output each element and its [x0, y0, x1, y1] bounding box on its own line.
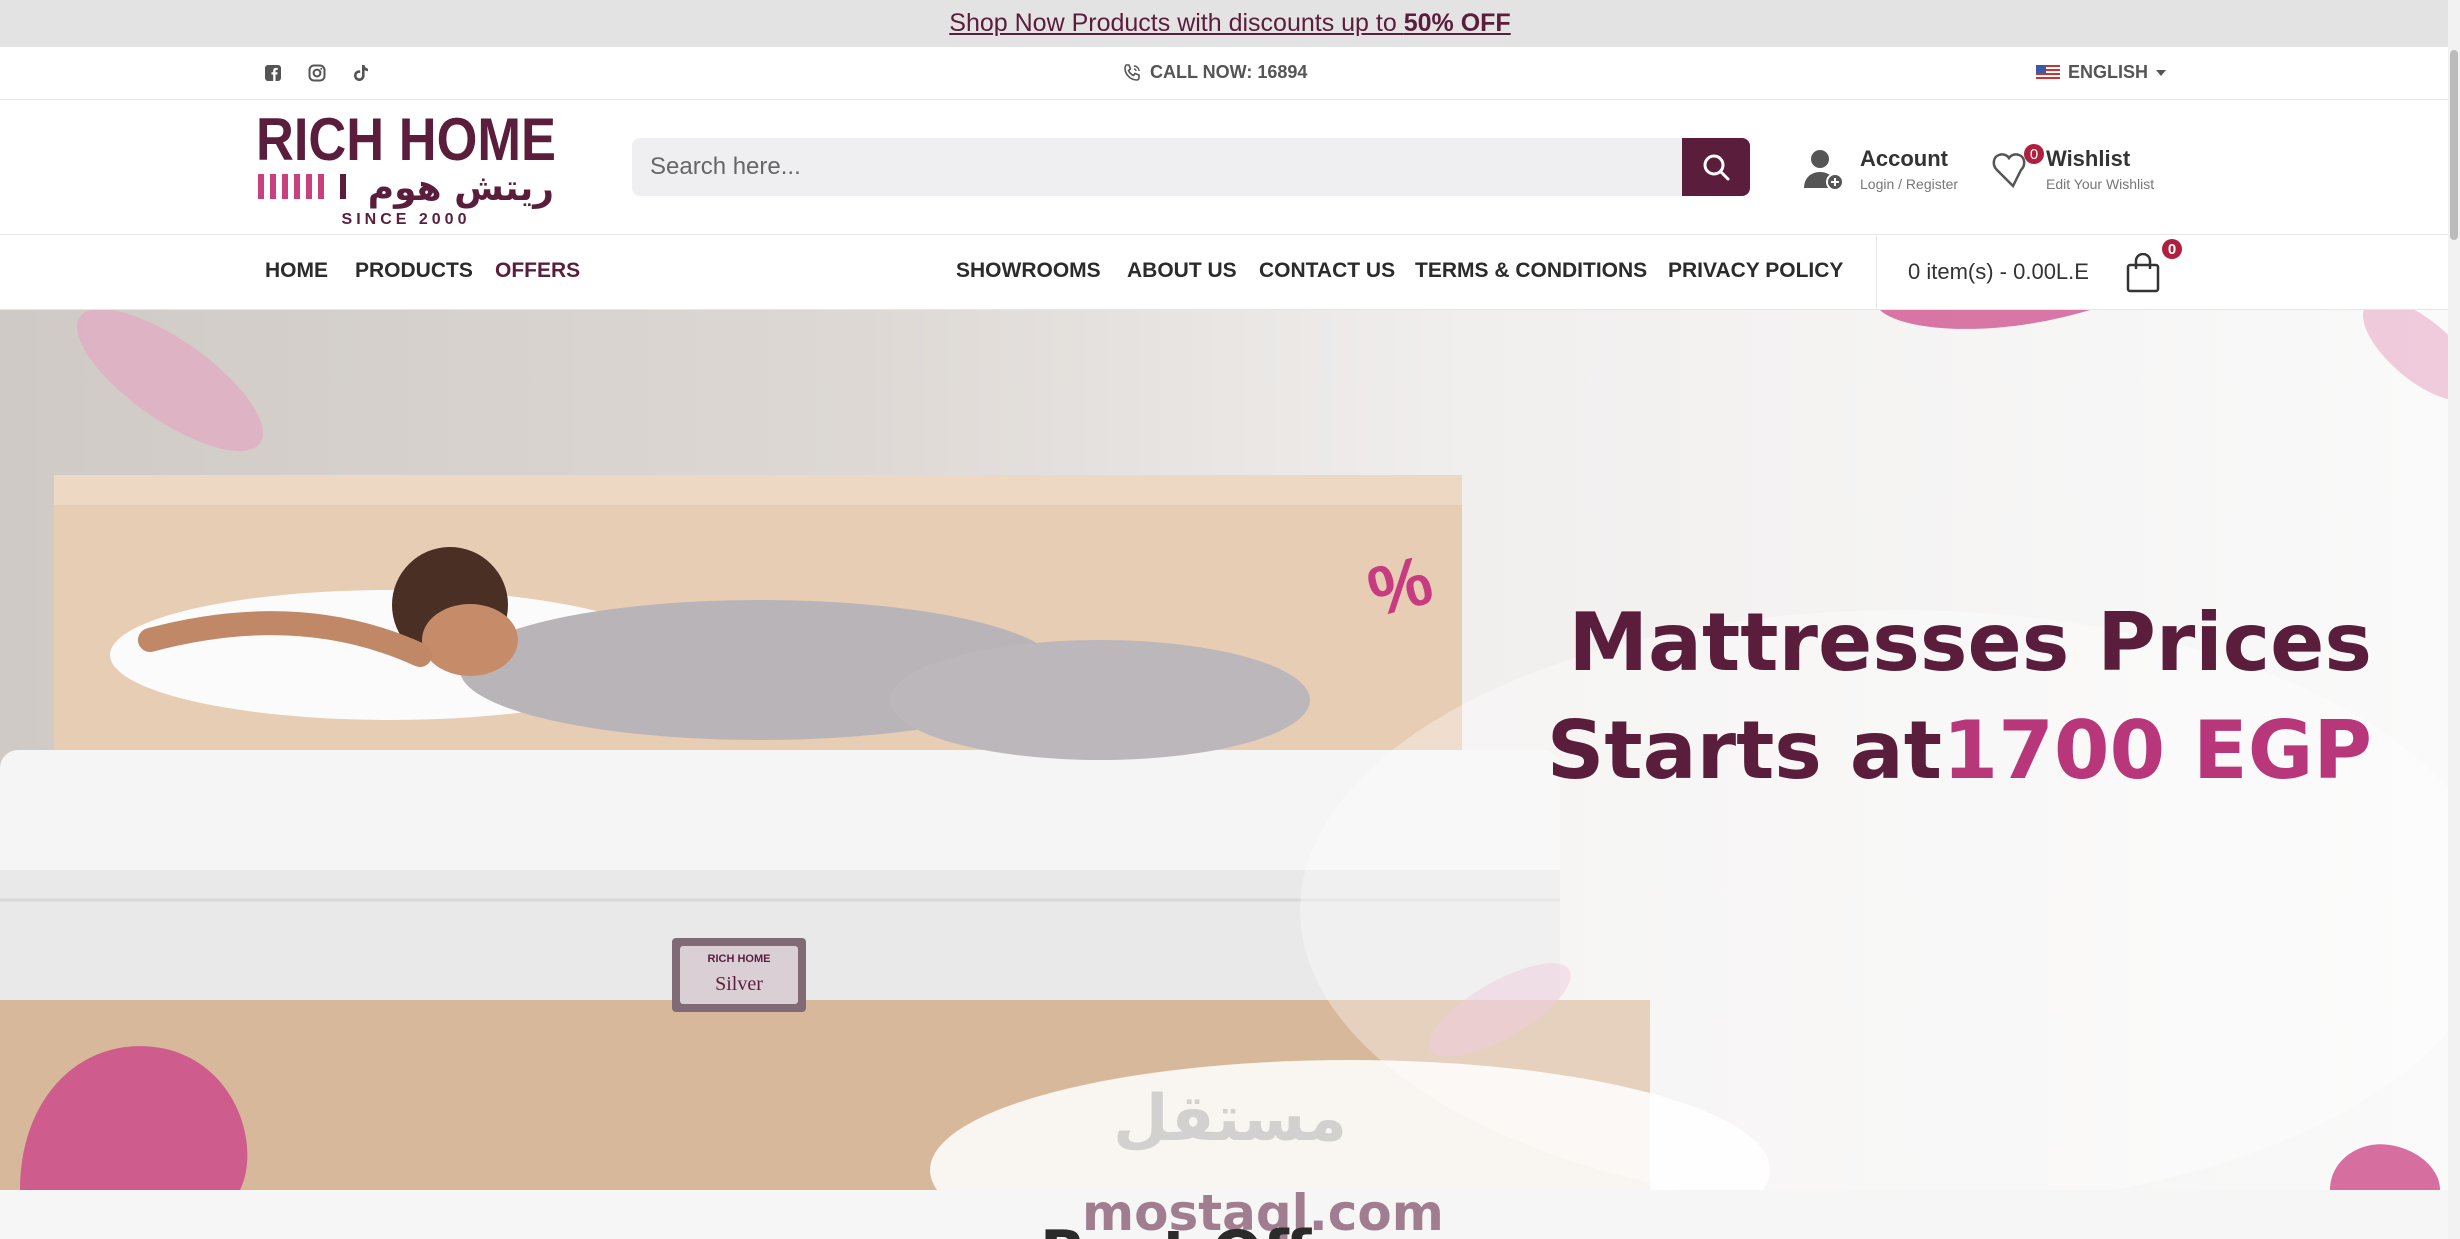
svg-text:RICH HOME: RICH HOME [256, 110, 556, 173]
promo-banner: Shop Now Products with discounts up to 5… [0, 0, 2460, 47]
facebook-icon[interactable] [262, 62, 284, 84]
language-selector[interactable]: ENGLISH [2036, 62, 2167, 83]
user-icon [1804, 150, 1844, 191]
us-flag-icon [2036, 65, 2060, 80]
site-header: RICH HOME ريتش هوم SINCE 2000 Account Lo… [0, 100, 2460, 235]
nav-products[interactable]: PRODUCTS [355, 259, 473, 283]
nav-divider [1876, 235, 1877, 310]
call-label: CALL NOW: 16894 [1150, 62, 1308, 82]
nav-contact-us[interactable]: CONTACT US [1259, 259, 1395, 283]
hero-banner[interactable]: RICH HOME Silver % Mattresses Prices Sta… [0, 310, 2448, 1190]
search-bar [632, 138, 1750, 196]
svg-text:SINCE 2000: SINCE 2000 [342, 211, 471, 228]
main-nav: HOME PRODUCTS OFFERS SHOWROOMS ABOUT US … [0, 235, 2460, 310]
page-scrollbar[interactable] [2448, 0, 2460, 1239]
svg-text:Silver: Silver [715, 973, 763, 995]
hero-illustration: RICH HOME Silver % Mattresses Prices Sta… [0, 310, 2448, 1190]
caret-down-icon [2156, 69, 2167, 76]
nav-offers[interactable]: OFFERS [495, 259, 580, 283]
wishlist-subtitle: Edit Your Wishlist [2046, 176, 2155, 192]
svg-text:1700 EGP: 1700 EGP [1943, 704, 2372, 797]
account-link[interactable]: Account Login / Register [1800, 146, 1958, 192]
cart-summary[interactable]: 0 item(s) - 0.00L.E [1908, 259, 2089, 285]
nav-showrooms[interactable]: SHOWROOMS [956, 259, 1101, 283]
account-subtitle: Login / Register [1860, 176, 1959, 192]
nav-home[interactable]: HOME [265, 259, 328, 283]
wishlist-link[interactable]: 0 Wishlist Edit Your Wishlist [1990, 144, 2155, 192]
svg-text:مستقل: مستقل [1113, 1082, 1347, 1156]
top-bar: CALL NOW: 16894 ENGLISH [0, 47, 2460, 100]
language-label: ENGLISH [2068, 62, 2149, 82]
best-offers-section: mostaql.com Best Off [0, 1190, 2448, 1239]
search-input[interactable] [632, 138, 1682, 196]
phone-icon [1124, 63, 1140, 81]
cart-count-badge: 0 [2162, 239, 2182, 259]
svg-text:ريتش هوم: ريتش هوم [368, 168, 554, 209]
wishlist-title: Wishlist [2046, 146, 2131, 171]
shopping-bag-icon [2126, 252, 2160, 293]
scrollbar-thumb[interactable] [2450, 50, 2458, 240]
search-icon [1703, 154, 1730, 181]
promo-link[interactable]: Shop Now Products with discounts up to 5… [949, 9, 1510, 38]
instagram-icon[interactable] [306, 62, 328, 84]
nav-privacy-policy[interactable]: PRIVACY POLICY [1668, 259, 1843, 283]
search-button[interactable] [1682, 138, 1750, 196]
nav-about-us[interactable]: ABOUT US [1127, 259, 1237, 283]
call-now[interactable]: CALL NOW: 16894 [1122, 62, 1307, 83]
wishlist-count-badge: 0 [2024, 144, 2044, 164]
section-title: Best Off [1040, 1218, 1311, 1239]
cart-button[interactable]: 0 [2126, 239, 2182, 293]
rich-home-logo[interactable]: RICH HOME ريتش هوم SINCE 2000 [256, 110, 562, 228]
nav-terms[interactable]: TERMS & CONDITIONS [1415, 259, 1647, 283]
social-links [262, 62, 372, 84]
svg-text:Starts at: Starts at [1547, 704, 1942, 797]
account-title: Account [1860, 146, 1948, 171]
svg-text:Mattresses Prices: Mattresses Prices [1568, 596, 2372, 689]
svg-text:RICH HOME: RICH HOME [708, 953, 771, 965]
tiktok-icon[interactable] [350, 62, 372, 84]
